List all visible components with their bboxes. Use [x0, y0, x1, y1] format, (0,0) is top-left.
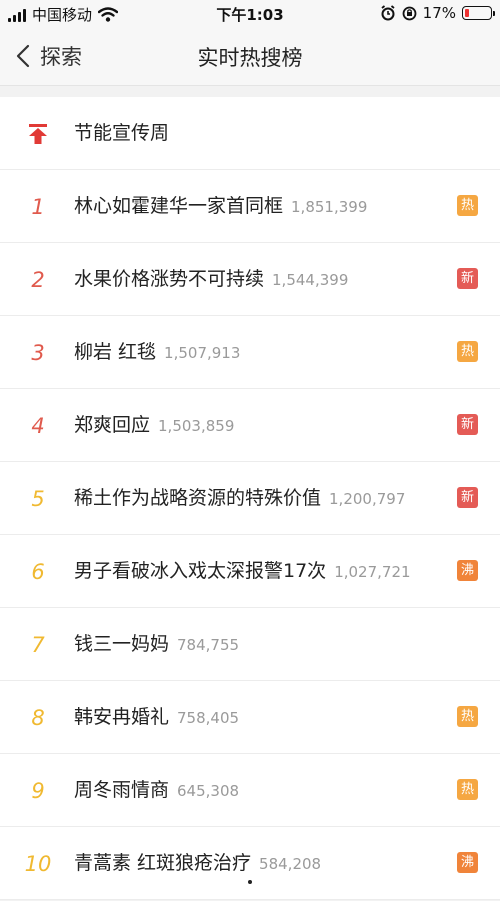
row-title-group: 钱三一妈妈 784,755 — [74, 608, 239, 681]
hot-search-row[interactable]: 5 稀土作为战略资源的特殊价值 1,200,797 新 — [0, 462, 500, 535]
row-title: 柳岩 红毯 — [74, 341, 157, 363]
rank-number: 10 — [24, 851, 52, 876]
battery-icon — [462, 6, 495, 20]
search-count: 1,200,797 — [329, 490, 406, 508]
row-title-group: 男子看破冰入戏太深报警17次 1,027,721 — [74, 535, 411, 608]
search-count: 1,544,399 — [272, 271, 349, 289]
hot-search-row[interactable]: 6 男子看破冰入戏太深报警17次 1,027,721 沸 — [0, 535, 500, 608]
alarm-icon — [381, 5, 395, 21]
wifi-icon — [98, 7, 119, 22]
rank-number: 1 — [31, 194, 45, 219]
row-title-group: 柳岩 红毯 1,507,913 — [74, 316, 240, 389]
row-title-group: 周冬雨情商 645,308 — [74, 754, 239, 827]
rank-number: 4 — [31, 413, 45, 438]
pinned-title: 节能宣传周 — [74, 122, 170, 144]
row-title: 郑爽回应 — [74, 414, 151, 436]
row-title: 林心如霍建华一家首同框 — [74, 195, 284, 217]
status-badge: 热 — [457, 779, 478, 800]
status-right: 17% — [380, 4, 495, 22]
orientation-lock-icon — [402, 6, 417, 20]
carrier-label: 中国移动 — [32, 6, 93, 24]
status-left: 中国移动 — [8, 4, 119, 25]
status-badge: 热 — [457, 341, 478, 362]
status-badge: 沸 — [457, 560, 478, 581]
hot-search-row[interactable]: 9 周冬雨情商 645,308 热 — [0, 754, 500, 827]
battery-percent: 17% — [422, 4, 456, 22]
rank-number: 6 — [31, 559, 45, 584]
row-title-group: 青蒿素 红斑狼疮治疗 584,208 — [74, 827, 321, 900]
row-title: 稀土作为战略资源的特殊价值 — [74, 487, 322, 509]
rank-number: 5 — [31, 486, 45, 511]
hot-search-row[interactable]: 2 水果价格涨势不可持续 1,544,399 新 — [0, 243, 500, 316]
search-count: 584,208 — [259, 855, 322, 873]
nav-bar: 探索 实时热搜榜 — [0, 26, 500, 86]
home-indicator — [248, 880, 252, 884]
row-title-group: 韩安冉婚礼 758,405 — [74, 681, 239, 754]
search-count: 1,851,399 — [291, 198, 368, 216]
hot-search-row[interactable]: 4 郑爽回应 1,503,859 新 — [0, 389, 500, 462]
status-badge: 热 — [457, 706, 478, 727]
back-button[interactable]: 探索 — [16, 41, 82, 71]
hot-search-row[interactable]: 10 青蒿素 红斑狼疮治疗 584,208 沸 — [0, 827, 500, 900]
rank-number: 8 — [31, 705, 45, 730]
hot-search-list: 节能宣传周 1 林心如霍建华一家首同框 1,851,399 热 2 水果价格涨势不可持续 1… — [0, 97, 500, 900]
row-title-group: 水果价格涨势不可持续 1,544,399 — [74, 243, 348, 316]
hot-search-row[interactable]: 3 柳岩 红毯 1,507,913 热 — [0, 316, 500, 389]
row-title-group: 稀土作为战略资源的特殊价值 1,200,797 — [74, 462, 405, 535]
rank-number: 2 — [31, 267, 45, 292]
hot-search-row[interactable]: 8 韩安冉婚礼 758,405 热 — [0, 681, 500, 754]
rank-number: 9 — [31, 778, 45, 803]
row-title: 钱三一妈妈 — [74, 633, 170, 655]
search-count: 1,027,721 — [334, 563, 411, 581]
status-badge: 新 — [457, 487, 478, 508]
pin-top-icon — [20, 97, 56, 170]
status-badge: 沸 — [457, 852, 478, 873]
back-label: 探索 — [40, 45, 82, 69]
row-title: 男子看破冰入戏太深报警17次 — [74, 560, 327, 582]
row-title-group: 郑爽回应 1,503,859 — [74, 389, 234, 462]
status-badge: 新 — [457, 268, 478, 289]
search-count: 784,755 — [177, 636, 240, 654]
hot-search-row[interactable]: 1 林心如霍建华一家首同框 1,851,399 热 — [0, 170, 500, 243]
search-count: 1,507,913 — [164, 344, 241, 362]
rank-number: 3 — [31, 340, 45, 365]
signal-icon — [8, 8, 26, 22]
chevron-left-icon — [16, 44, 30, 68]
row-title-group: 林心如霍建华一家首同框 1,851,399 — [74, 170, 367, 243]
hot-search-row[interactable]: 7 钱三一妈妈 784,755 — [0, 608, 500, 681]
search-count: 645,308 — [177, 782, 240, 800]
rank-number: 7 — [31, 632, 45, 657]
search-count: 1,503,859 — [158, 417, 235, 435]
status-bar: 中国移动 下午1:03 17% — [0, 0, 500, 26]
status-badge: 热 — [457, 195, 478, 216]
search-count: 758,405 — [177, 709, 240, 727]
row-title: 水果价格涨势不可持续 — [74, 268, 265, 290]
row-title: 韩安冉婚礼 — [74, 706, 170, 728]
pinned-row[interactable]: 节能宣传周 — [0, 97, 500, 170]
row-title: 周冬雨情商 — [74, 779, 170, 801]
row-title: 青蒿素 红斑狼疮治疗 — [74, 852, 252, 874]
status-badge: 新 — [457, 414, 478, 435]
